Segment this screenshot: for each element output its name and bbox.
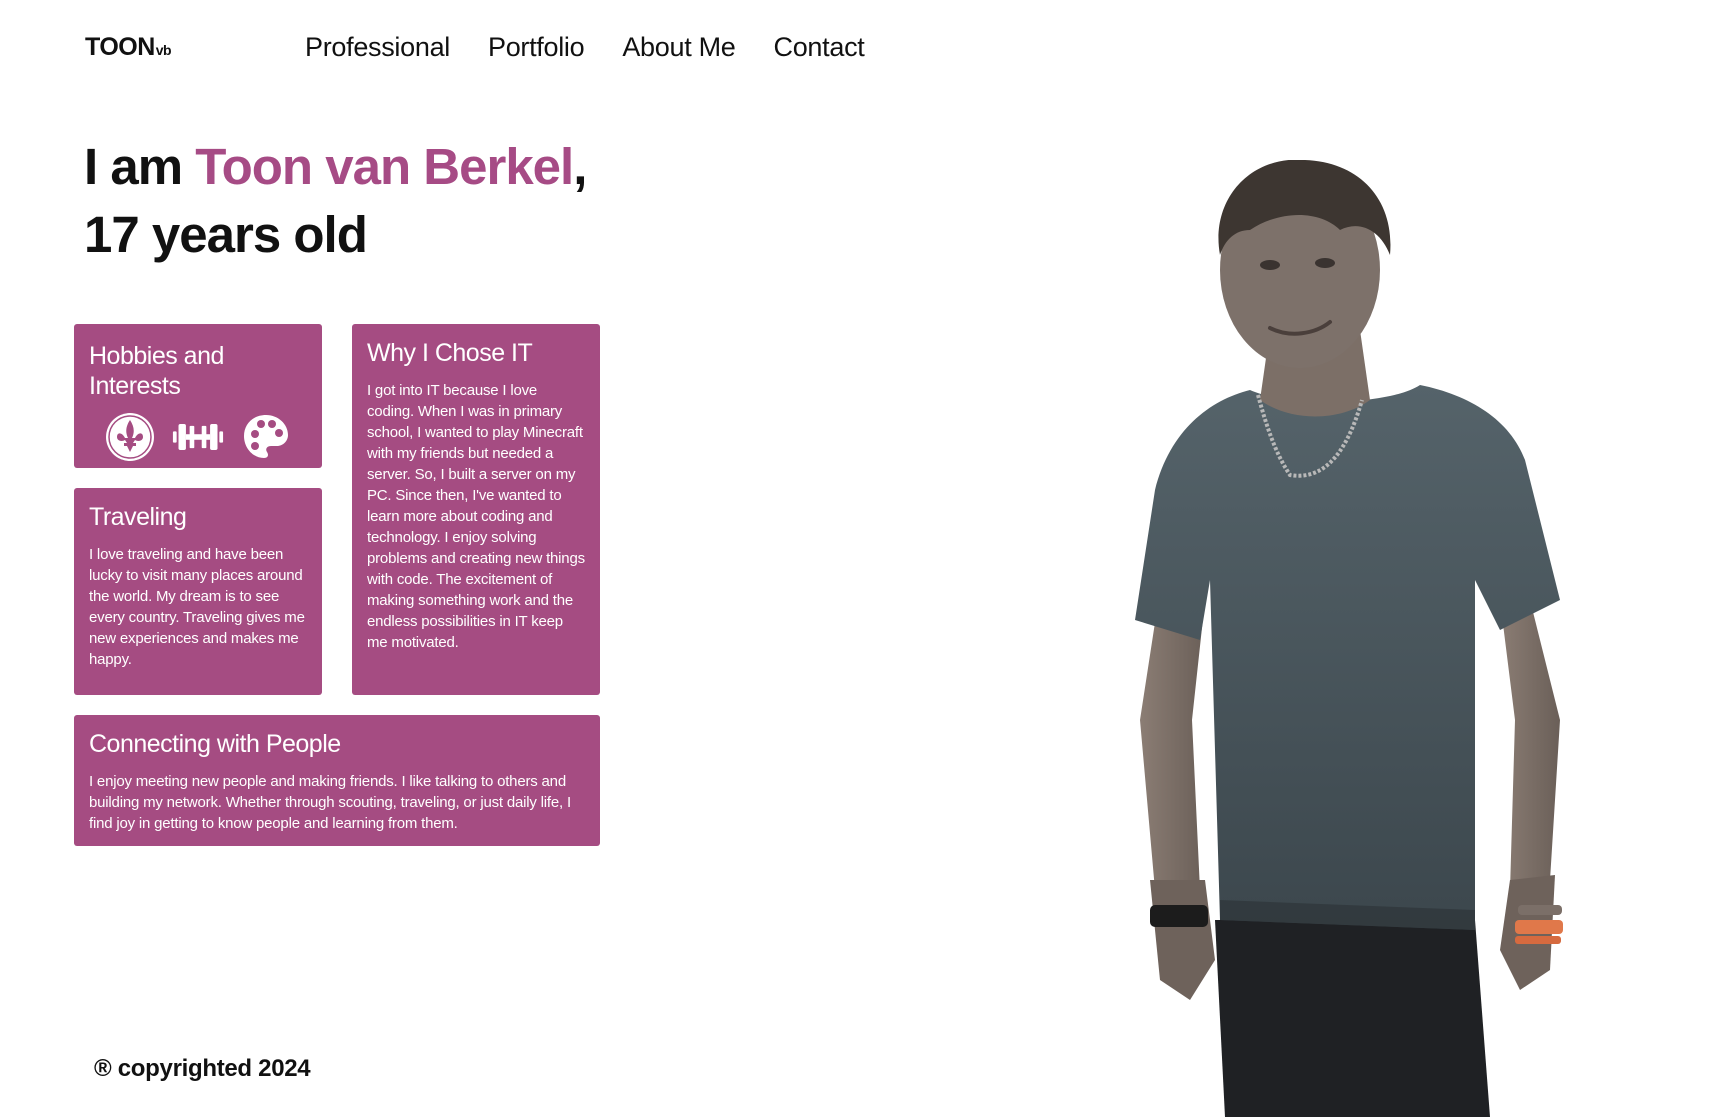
why-it-title: Why I Chose IT	[367, 339, 533, 367]
dumbbell-icon	[172, 411, 224, 463]
hobby-art: Art	[233, 411, 299, 484]
hobby-gym: Gym	[165, 411, 231, 484]
hero-comma: ,	[573, 138, 587, 195]
palette-icon	[240, 411, 292, 463]
traveling-card: Traveling I love traveling and have been…	[74, 488, 322, 695]
hobbies-list: Scouting Gym Art	[89, 411, 307, 484]
hobby-scouting-label: Scouting	[100, 467, 160, 484]
hobby-scouting: Scouting	[97, 411, 163, 484]
nav-contact[interactable]: Contact	[774, 32, 865, 63]
hobby-art-label: Art	[256, 467, 276, 484]
connecting-text: I enjoy meeting new people and making fr…	[89, 773, 571, 832]
why-it-card: Why I Chose IT I got into IT because I l…	[352, 324, 600, 695]
logo-small: vb	[155, 42, 172, 58]
main-nav: Professional Portfolio About Me Contact	[305, 32, 865, 63]
copyright-text: ® copyrighted 2024	[94, 1055, 311, 1082]
nav-portfolio[interactable]: Portfolio	[488, 32, 585, 63]
scouting-fleur-de-lis-icon	[104, 411, 156, 463]
hero-age: 17 years old	[84, 206, 368, 263]
hobbies-card: Hobbies and Interests Scouting Gym Art	[74, 324, 322, 484]
site-logo[interactable]: TOON vb	[85, 33, 172, 62]
about-page: TOON vb Professional Portfolio About Me C…	[0, 0, 1728, 1117]
traveling-title: Traveling	[89, 503, 187, 531]
hero-line-1: I am Toon van Berkel,	[84, 133, 587, 201]
hero-heading: I am Toon van Berkel, 17 years old	[84, 133, 587, 269]
portrait-photo	[1135, 160, 1563, 1117]
nav-about-me[interactable]: About Me	[622, 32, 735, 63]
hero-name: Toon van Berkel	[195, 138, 574, 195]
hobbies-title: Hobbies and Interests	[89, 342, 224, 400]
nav-professional[interactable]: Professional	[305, 32, 450, 63]
why-it-text: I got into IT because I love coding. Whe…	[367, 382, 585, 651]
connecting-title: Connecting with People	[89, 730, 341, 758]
connecting-card: Connecting with People I enjoy meeting n…	[74, 715, 600, 846]
logo-main: TOON	[85, 33, 155, 61]
traveling-text: I love traveling and have been lucky to …	[89, 546, 305, 668]
hero-prefix: I am	[84, 138, 196, 195]
hobby-gym-label: Gym	[182, 467, 214, 484]
